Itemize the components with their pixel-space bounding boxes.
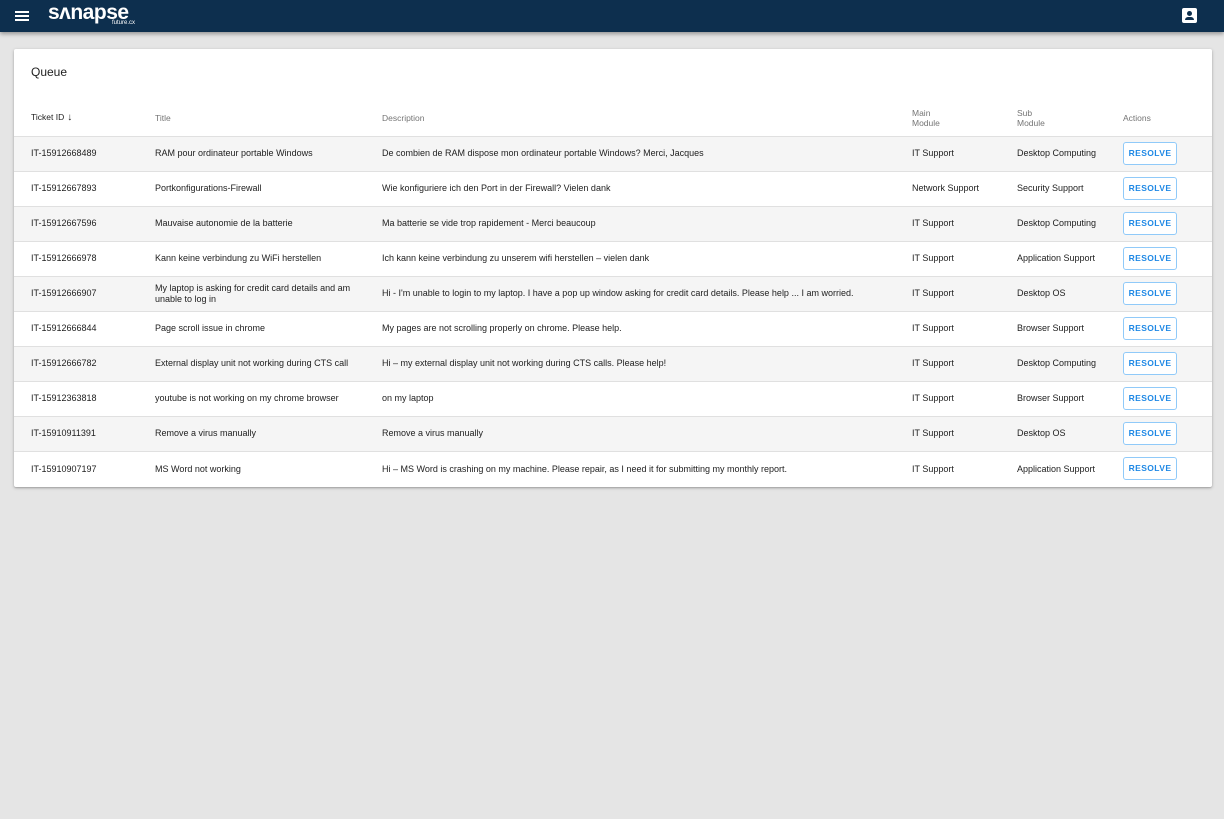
sub-module-cell: Desktop Computing [1017,346,1123,382]
actions-cell: RESOLVE [1123,381,1212,417]
title-cell: Remove a virus manually [155,416,382,452]
table-header-row: Ticket ID ↓ Title Description Main Module… [14,100,1212,137]
table-row[interactable]: IT-15912666844 Page scroll issue in chrom… [14,311,1212,347]
main-module-cell: IT Support [912,206,1017,242]
main-module-cell: IT Support [912,346,1017,382]
resolve-button[interactable]: RESOLVE [1123,282,1177,305]
ticket-id-cell: IT-15912666844 [14,311,155,347]
title-cell: youtube is not working on my chrome brow… [155,381,382,417]
column-header-description[interactable]: Description [382,100,912,137]
table-row[interactable]: IT-15912363818 youtube is not working on … [14,381,1212,417]
main-module-cell: IT Support [912,416,1017,452]
resolve-button[interactable]: RESOLVE [1123,212,1177,235]
sub-module-cell: Application Support [1017,463,1096,474]
sub-module-cell: Desktop Computing [1017,206,1123,242]
title-cell: Portkonfigurations-Firewall [155,171,382,207]
description-cell: Ma batterie se vide trop rapidement - Me… [382,206,912,242]
resolve-button[interactable]: RESOLVE [1123,387,1177,410]
description-cell: Remove a virus manually [382,416,912,452]
description-cell: My pages are not scrolling properly on c… [382,311,912,347]
ticket-id-cell: IT-15910911391 [14,416,155,452]
arrow-down-icon[interactable]: ↓ [67,113,72,123]
description-cell: on my laptop [382,381,912,417]
queue-table: Ticket ID ↓ Title Description Main Module… [14,100,1212,486]
menu-icon[interactable] [12,6,34,26]
ticket-id-cell: IT-15912668489 [14,136,155,172]
sub-module-cell: Security Support [1017,171,1123,207]
actions-cell: RESOLVE [1123,451,1212,486]
actions-cell: RESOLVE [1123,171,1212,207]
main-module-cell: IT Support [912,276,1017,312]
title-cell: Kann keine verbindung zu WiFi herstellen [155,241,382,277]
table-row[interactable]: IT-15912667893 Portkonfigurations-Firewal… [14,171,1212,207]
description-cell: Hi - I'm unable to login to my laptop. I… [382,276,912,312]
sub-module-cell: Desktop OS [1017,416,1123,452]
ticket-id-cell: IT-15912666782 [14,346,155,382]
main-module-cell: IT Support [912,311,1017,347]
app-bar: sʌnapse future.cx [0,0,1224,32]
resolve-button[interactable]: RESOLVE [1123,352,1177,375]
resolve-button[interactable]: RESOLVE [1123,422,1177,445]
table-row[interactable]: IT-15912666978 Kann keine verbindung zu W… [14,241,1212,277]
resolve-button[interactable]: RESOLVE [1123,177,1177,200]
ticket-id-cell: IT-15912666978 [14,241,155,277]
title-cell: Mauvaise autonomie de la batterie [155,206,382,242]
page-title: Queue [31,65,68,79]
table-row[interactable]: IT-15912666907 My laptop is asking for cr… [14,276,1212,312]
table-row[interactable]: IT-15912668489 RAM pour ordinateur portab… [14,136,1212,172]
actions-cell: RESOLVE [1123,311,1212,347]
title-cell: RAM pour ordinateur portable Windows [155,136,382,172]
column-header-main-module[interactable]: Main Module [912,100,1017,137]
column-header-ticket-id[interactable]: Ticket ID ↓ [14,100,155,137]
resolve-button[interactable]: RESOLVE [1123,317,1177,340]
description-cell: Wie konfiguriere ich den Port in der Fir… [382,171,912,207]
resolve-button[interactable]: RESOLVE [1123,247,1177,270]
logo-subtext: future.cx [112,20,136,26]
account-box-icon[interactable] [1182,8,1197,23]
sub-module-cell: Desktop Computing [1017,136,1123,172]
ticket-id-cell: IT-15912666907 [14,276,155,312]
actions-cell: RESOLVE [1123,206,1212,242]
table-row[interactable]: IT-15912667596 Mauvaise autonomie de la b… [14,206,1212,242]
column-header-actions: Actions [1123,100,1212,137]
ticket-id-cell: IT-15912667596 [14,206,155,242]
sub-module-cell: Browser Support [1017,311,1123,347]
title-cell: MS Word not working [155,463,241,474]
description-cell: Hi – MS Word is crashing on my machine. … [382,463,787,474]
description-cell: De combien de RAM dispose mon ordinateur… [382,136,912,172]
title-cell: Page scroll issue in chrome [155,311,382,347]
ticket-id-cell: IT-15910907197 [31,463,97,474]
main-module-cell: IT Support [912,381,1017,417]
resolve-button[interactable]: RESOLVE [1123,457,1177,481]
title-cell: My laptop is asking for credit card deta… [155,276,382,312]
actions-cell: RESOLVE [1123,276,1212,312]
actions-cell: RESOLVE [1123,241,1212,277]
ticket-id-cell: IT-15912363818 [14,381,155,417]
main-module-cell: IT Support [912,241,1017,277]
table-row[interactable]: IT-15910911391 Remove a virus manually Rem… [14,416,1212,452]
column-header-sub-module[interactable]: Sub Module [1017,100,1123,137]
sub-module-cell: Desktop OS [1017,276,1123,312]
actions-cell: RESOLVE [1123,346,1212,382]
title-cell: External display unit not working during… [155,346,382,382]
ticket-id-cell: IT-15912667893 [14,171,155,207]
synapse-logo[interactable]: sʌnapse future.cx [48,2,148,28]
sub-module-cell: Browser Support [1017,381,1123,417]
actions-cell: RESOLVE [1123,136,1212,172]
main-module-cell: IT Support [912,463,954,474]
column-header-title[interactable]: Title [155,100,382,137]
description-cell: Ich kann keine verbindung zu unserem wif… [382,241,912,277]
queue-card: Queue Ticket ID ↓ Title Description Main … [14,49,1212,487]
actions-cell: RESOLVE [1123,416,1212,452]
resolve-button[interactable]: RESOLVE [1123,142,1177,165]
sub-module-cell: Application Support [1017,241,1123,277]
main-module-cell: Network Support [912,171,1017,207]
table-row[interactable]: IT-15910907197 MS Word not working Hi – MS… [14,451,1212,486]
description-cell: Hi – my external display unit not workin… [382,346,912,382]
main-module-cell: IT Support [912,136,1017,172]
table-row[interactable]: IT-15912666782 External display unit not … [14,346,1212,382]
queue-table-body: IT-15912668489 RAM pour ordinateur portab… [14,136,1212,486]
